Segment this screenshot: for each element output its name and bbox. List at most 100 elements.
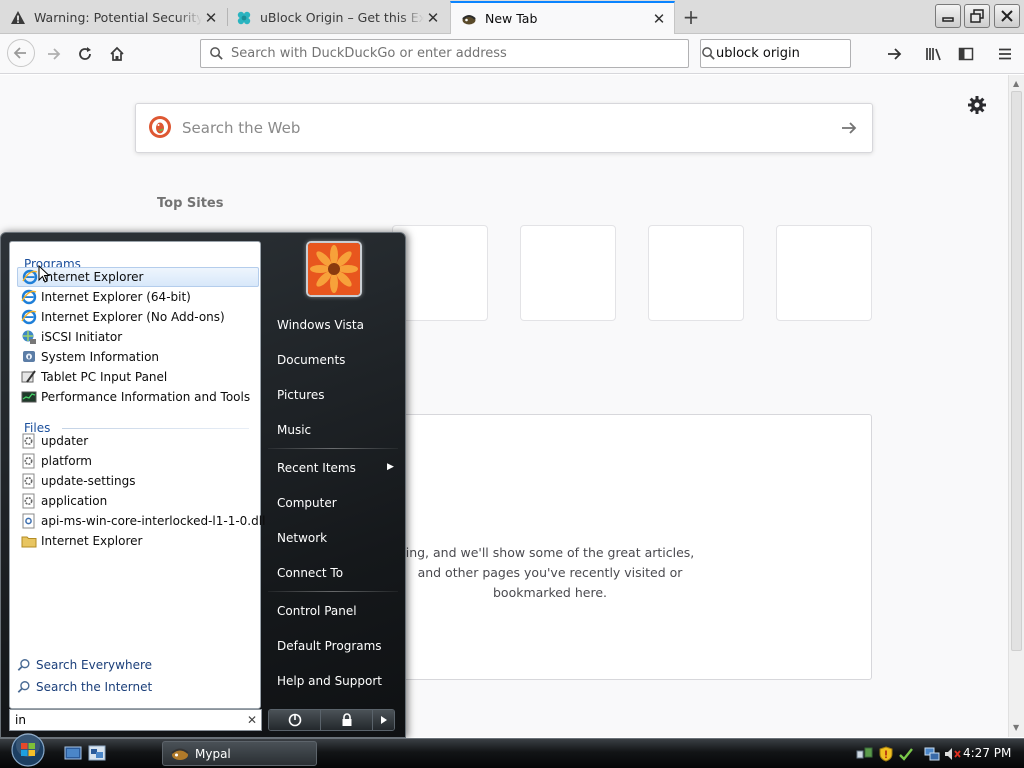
top-site-tile[interactable] xyxy=(392,225,488,321)
search-the-internet-link[interactable]: Search the Internet xyxy=(16,677,152,697)
file-label: update-settings xyxy=(41,474,136,488)
user-picture[interactable] xyxy=(306,241,362,297)
restore-icon xyxy=(970,9,984,23)
shutdown-options-button[interactable] xyxy=(373,710,394,730)
sidebar-button[interactable] xyxy=(953,41,979,67)
forward-button[interactable] xyxy=(40,41,66,67)
start-item-help-and-support[interactable]: Help and Support xyxy=(277,674,382,688)
library-button[interactable] xyxy=(921,41,947,67)
taskbar-clock[interactable]: 4:27 PM xyxy=(963,746,1011,760)
tab-label: Warning: Potential Security Risk xyxy=(34,10,202,25)
submenu-arrow-icon: ▶ xyxy=(387,462,394,472)
firefox-icon xyxy=(461,11,477,27)
close-icon xyxy=(1001,10,1013,22)
file-item-api-dll[interactable]: api-ms-win-core-interlocked-l1-1-0.dll xyxy=(17,511,265,531)
search-bar[interactable] xyxy=(700,39,902,68)
safe-remove-tray-icon[interactable] xyxy=(898,746,914,762)
sidebar-icon xyxy=(958,47,974,61)
volume-muted-icon[interactable] xyxy=(944,746,962,762)
start-item-control-panel[interactable]: Control Panel xyxy=(277,604,357,618)
scroll-up-icon[interactable]: ▲ xyxy=(1013,79,1019,88)
lock-button[interactable] xyxy=(321,710,373,730)
power-button[interactable] xyxy=(269,710,321,730)
file-label: application xyxy=(41,494,108,508)
tab-new-tab[interactable]: New Tab ✕ xyxy=(450,1,675,34)
reload-button[interactable] xyxy=(72,41,98,67)
url-input[interactable] xyxy=(231,46,688,61)
search-everywhere-link[interactable]: Search Everywhere xyxy=(16,655,152,675)
close-window-button[interactable] xyxy=(994,4,1020,28)
start-item-computer[interactable]: Computer xyxy=(277,496,337,510)
file-item-internet-explorer-folder[interactable]: Internet Explorer xyxy=(17,531,259,551)
scroll-down-icon[interactable]: ▼ xyxy=(1013,723,1019,732)
top-site-tile[interactable] xyxy=(776,225,872,321)
home-button[interactable] xyxy=(104,41,130,67)
program-item-tablet-pc-input-panel[interactable]: Tablet PC Input Panel xyxy=(17,367,259,387)
ie-icon xyxy=(21,289,37,305)
start-item-connect-to[interactable]: Connect To xyxy=(277,566,343,580)
start-item-documents[interactable]: Documents xyxy=(277,353,345,367)
menu-button[interactable] xyxy=(992,41,1018,67)
page-scrollbar[interactable]: ▲ ▼ xyxy=(1008,75,1024,737)
program-item-iscsi-initiator[interactable]: iSCSI Initiator xyxy=(17,327,259,347)
program-item-system-information[interactable]: System Information xyxy=(17,347,259,367)
tab-security-warning[interactable]: Warning: Potential Security Risk ✕ xyxy=(0,2,226,33)
show-desktop-icon[interactable] xyxy=(64,745,82,761)
close-tab-icon[interactable]: ✕ xyxy=(202,9,220,27)
start-item-user-folder[interactable]: Windows Vista xyxy=(277,318,364,332)
file-item-update-settings[interactable]: update-settings xyxy=(17,471,259,491)
top-site-tile[interactable] xyxy=(520,225,616,321)
start-item-default-programs[interactable]: Default Programs xyxy=(277,639,382,653)
program-item-internet-explorer-64[interactable]: Internet Explorer (64-bit) xyxy=(17,287,259,307)
taskbar-button-mypal[interactable]: Mypal xyxy=(162,741,317,766)
clear-search-icon[interactable]: ✕ xyxy=(243,713,261,727)
network-tray-icon[interactable] xyxy=(856,746,874,762)
arrow-right-icon xyxy=(380,716,387,724)
search-go-arrow-icon[interactable] xyxy=(826,119,872,137)
file-item-platform[interactable]: platform xyxy=(17,451,259,471)
web-search-box[interactable] xyxy=(135,103,873,153)
search-link-label: Search the Internet xyxy=(36,680,153,694)
settings-file-icon xyxy=(21,433,37,449)
scrollbar-thumb[interactable] xyxy=(1011,91,1022,651)
connection-tray-icon[interactable] xyxy=(924,746,940,762)
tab-strip: Warning: Potential Security Risk ✕ uBloc… xyxy=(0,0,1024,34)
go-arrow-icon[interactable] xyxy=(886,46,902,62)
switch-windows-icon[interactable] xyxy=(88,745,106,761)
program-item-performance-information[interactable]: Performance Information and Tools xyxy=(17,387,259,407)
tab-label: uBlock Origin – Get this Extension xyxy=(260,10,424,25)
start-button[interactable] xyxy=(8,732,48,768)
search-bar-input[interactable] xyxy=(716,46,886,61)
warning-icon xyxy=(10,10,26,26)
program-item-internet-explorer-no-addons[interactable]: Internet Explorer (No Add-ons) xyxy=(17,307,259,327)
program-label: Internet Explorer xyxy=(42,270,144,284)
start-search-box[interactable]: ✕ xyxy=(9,709,262,731)
start-item-network[interactable]: Network xyxy=(277,531,327,545)
minimize-button[interactable] xyxy=(935,4,961,28)
tab-ublock-origin[interactable]: uBlock Origin – Get this Extension ✕ xyxy=(226,2,448,33)
security-shield-tray-icon[interactable] xyxy=(878,745,894,762)
program-label: iSCSI Initiator xyxy=(41,330,123,344)
start-item-pictures[interactable]: Pictures xyxy=(277,388,325,402)
top-site-tile[interactable] xyxy=(648,225,744,321)
restore-button[interactable] xyxy=(964,4,990,28)
close-tab-icon[interactable]: ✕ xyxy=(424,9,442,27)
url-bar[interactable] xyxy=(200,39,689,68)
file-item-application[interactable]: application xyxy=(17,491,259,511)
new-tab-plus-icon[interactable]: + xyxy=(680,5,702,29)
iscsi-icon xyxy=(21,329,37,345)
highlights-line: ing, and we'll show some of the great ar… xyxy=(405,545,695,560)
program-item-internet-explorer[interactable]: Internet Explorer xyxy=(17,267,259,287)
back-button[interactable] xyxy=(7,39,35,67)
start-search-input[interactable] xyxy=(10,713,243,727)
gear-icon[interactable] xyxy=(966,94,988,116)
start-item-music[interactable]: Music xyxy=(277,423,311,437)
web-search-input[interactable] xyxy=(182,119,826,137)
settings-file-icon xyxy=(21,493,37,509)
close-tab-icon[interactable]: ✕ xyxy=(650,10,668,28)
start-item-recent-items[interactable]: Recent Items xyxy=(277,461,356,475)
file-label: updater xyxy=(41,434,89,448)
file-item-updater[interactable]: updater xyxy=(17,431,259,451)
highlights-line: bookmarked here. xyxy=(493,585,607,600)
folder-icon xyxy=(21,533,37,549)
